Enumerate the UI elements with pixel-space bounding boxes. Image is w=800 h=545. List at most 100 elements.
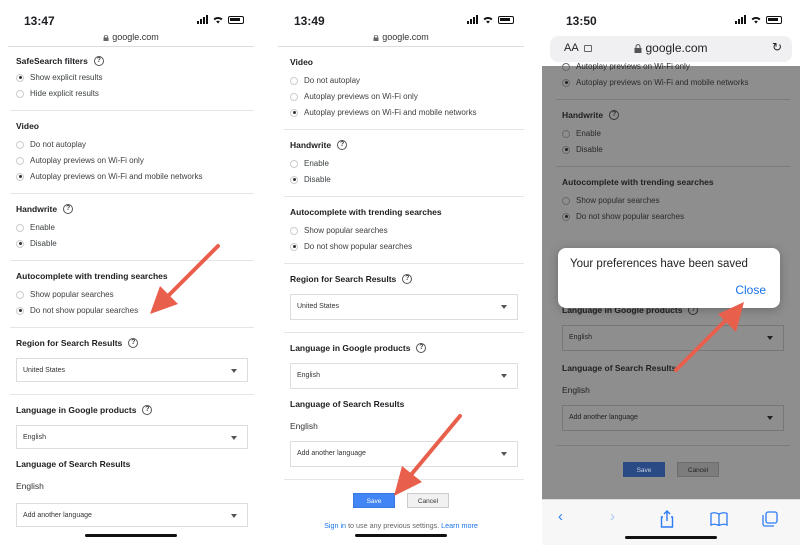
bookmarks-icon[interactable] xyxy=(710,512,728,526)
radio-option[interactable]: Do not autoplay xyxy=(16,140,248,149)
radio-selected-icon[interactable] xyxy=(290,175,298,184)
help-icon[interactable]: ? xyxy=(402,274,413,284)
radio-selected-icon[interactable] xyxy=(562,212,570,221)
radio-option[interactable]: Enable xyxy=(290,159,518,168)
signin-link[interactable]: Sign in xyxy=(324,521,346,530)
battery-icon xyxy=(766,15,782,24)
region-heading: Region for Search Results? xyxy=(16,338,248,348)
address-bar[interactable]: google.com xyxy=(270,32,532,42)
radio-option[interactable]: Autoplay previews on Wi-Fi and mobile ne… xyxy=(562,78,784,87)
forward-icon[interactable]: › xyxy=(610,508,615,525)
divider xyxy=(284,332,524,333)
help-icon[interactable]: ? xyxy=(337,140,348,150)
back-icon[interactable]: ‹ xyxy=(558,508,563,525)
radio-selected-icon[interactable] xyxy=(290,108,298,117)
help-icon[interactable]: ? xyxy=(63,204,74,214)
radio-option[interactable]: Do not show popular searches xyxy=(16,306,248,315)
radio-option[interactable]: Disable xyxy=(562,145,784,154)
wifi-icon xyxy=(751,16,761,24)
preferences-saved-dialog: Your preferences have been saved Close xyxy=(558,248,780,308)
language-google-select[interactable]: English xyxy=(16,425,248,449)
radio-selected-icon[interactable] xyxy=(290,242,298,251)
radio-selected-icon[interactable] xyxy=(562,145,570,154)
region-select[interactable]: United States xyxy=(290,294,518,320)
dropdown-arrow-icon xyxy=(767,336,773,340)
tabs-icon[interactable] xyxy=(762,511,778,527)
radio-option[interactable]: Do not show popular searches xyxy=(290,242,518,251)
radio-option[interactable]: Autoplay previews on Wi-Fi only xyxy=(16,156,248,165)
help-icon[interactable]: ? xyxy=(416,343,427,353)
radio-icon[interactable] xyxy=(290,159,298,168)
radio-option[interactable]: Autoplay previews on Wi-Fi only xyxy=(290,92,518,101)
share-icon[interactable] xyxy=(660,510,674,528)
divider xyxy=(556,99,790,100)
help-icon[interactable]: ? xyxy=(609,110,620,120)
reload-icon[interactable]: ↻ xyxy=(772,40,782,54)
radio-option[interactable]: Autoplay previews on Wi-Fi and mobile ne… xyxy=(290,108,518,117)
save-button[interactable]: Save xyxy=(353,493,395,508)
dropdown-arrow-icon xyxy=(501,452,507,456)
radio-icon[interactable] xyxy=(16,89,24,98)
region-select[interactable]: United States xyxy=(16,358,248,382)
home-indicator xyxy=(625,536,717,539)
radio-option[interactable]: Hide explicit results xyxy=(16,89,248,98)
radio-icon[interactable] xyxy=(16,223,24,232)
radio-option[interactable]: Disable xyxy=(16,239,248,248)
add-language-select[interactable]: Add another language xyxy=(562,405,784,431)
radio-icon[interactable] xyxy=(16,290,24,299)
radio-selected-icon[interactable] xyxy=(16,306,24,315)
add-language-select[interactable]: Add another language xyxy=(290,441,518,467)
language-google-select[interactable]: English xyxy=(290,363,518,389)
radio-icon[interactable] xyxy=(290,226,298,235)
help-icon[interactable]: ? xyxy=(93,56,104,66)
settings-content: Video Do not autoplay Autoplay previews … xyxy=(284,57,524,490)
close-button[interactable]: Close xyxy=(735,283,766,297)
address-bar[interactable]: google.com xyxy=(0,32,262,42)
language-results-value: English xyxy=(16,481,44,491)
status-time: 13:50 xyxy=(566,14,597,28)
divider xyxy=(10,260,254,261)
radio-option[interactable]: Autoplay previews on Wi-Fi only xyxy=(562,62,784,71)
lock-icon xyxy=(103,35,109,41)
cellular-signal-icon xyxy=(467,15,478,24)
radio-option[interactable]: Show popular searches xyxy=(562,196,784,205)
battery-icon xyxy=(228,15,244,24)
radio-selected-icon[interactable] xyxy=(16,73,24,82)
radio-icon[interactable] xyxy=(16,156,24,165)
language-results-value: English xyxy=(290,421,318,431)
radio-icon[interactable] xyxy=(562,196,570,205)
radio-selected-icon[interactable] xyxy=(16,239,24,248)
save-button[interactable]: Save xyxy=(623,462,665,477)
radio-option[interactable]: Show explicit results xyxy=(16,73,248,82)
radio-option[interactable]: Do not autoplay xyxy=(290,76,518,85)
radio-option[interactable]: Do not show popular searches xyxy=(562,212,784,221)
language-google-select[interactable]: English xyxy=(562,325,784,351)
cancel-button[interactable]: Cancel xyxy=(677,462,719,477)
radio-icon[interactable] xyxy=(290,76,298,85)
radio-icon[interactable] xyxy=(562,129,570,138)
radio-icon[interactable] xyxy=(290,92,298,101)
radio-option[interactable]: Autoplay previews on Wi-Fi and mobile ne… xyxy=(16,172,248,181)
radio-icon[interactable] xyxy=(16,140,24,149)
radio-selected-icon[interactable] xyxy=(16,172,24,181)
learn-more-link[interactable]: Learn more xyxy=(441,521,478,530)
radio-option[interactable]: Enable xyxy=(16,223,248,232)
radio-selected-icon[interactable] xyxy=(562,78,570,87)
cancel-button[interactable]: Cancel xyxy=(407,493,449,508)
radio-option[interactable]: Disable xyxy=(290,175,518,184)
url-host: google.com xyxy=(112,32,159,42)
radio-option[interactable]: Show popular searches xyxy=(290,226,518,235)
radio-icon[interactable] xyxy=(562,62,570,71)
language-results-heading: Language of Search Results xyxy=(290,399,405,409)
address-bar[interactable]: AA google.com ↻ xyxy=(550,36,792,62)
battery-icon xyxy=(498,15,514,24)
add-language-select[interactable]: Add another language xyxy=(16,503,248,527)
status-bar: 13:49 xyxy=(270,12,532,32)
video-heading: Video xyxy=(16,121,39,131)
radio-option[interactable]: Show popular searches xyxy=(16,290,248,299)
help-icon[interactable]: ? xyxy=(128,338,139,348)
radio-option[interactable]: Enable xyxy=(562,129,784,138)
lock-icon xyxy=(634,44,642,53)
help-icon[interactable]: ? xyxy=(142,405,153,415)
divider xyxy=(10,394,254,395)
